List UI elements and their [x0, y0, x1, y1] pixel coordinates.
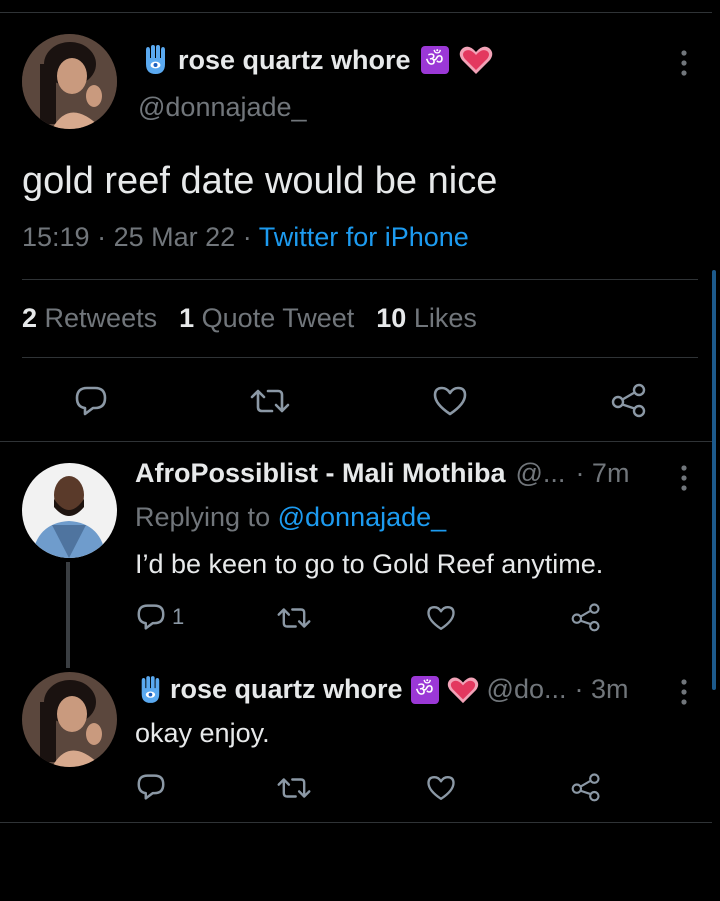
- like-icon[interactable]: [426, 774, 456, 802]
- retweets-label: Retweets: [44, 303, 158, 333]
- divider: [0, 822, 712, 823]
- retweet-icon[interactable]: [277, 776, 311, 800]
- more-icon[interactable]: [680, 679, 688, 705]
- reply-icon[interactable]: [74, 385, 108, 417]
- reply-author-line: AfroPossiblist - Mali Mothiba @... · 7m: [135, 458, 629, 489]
- retweet-icon[interactable]: [277, 606, 311, 630]
- display-name[interactable]: AfroPossiblist - Mali Mothiba: [135, 458, 506, 489]
- reply-author-line: rose quartz whore ॐ @do... · 3m: [138, 674, 629, 705]
- hamsa-icon: [138, 675, 162, 705]
- avatar[interactable]: [22, 672, 117, 767]
- replying-to-handle[interactable]: @donnajade_: [278, 502, 447, 532]
- scrollbar[interactable]: [712, 270, 716, 690]
- meta-separator: ·: [97, 222, 107, 252]
- reply-count: 1: [172, 604, 185, 629]
- avatar[interactable]: [22, 34, 117, 129]
- share-icon[interactable]: [610, 382, 648, 418]
- display-name[interactable]: rose quartz whore: [178, 45, 411, 76]
- top-divider: [0, 12, 712, 13]
- like-icon[interactable]: [426, 604, 456, 632]
- heart-emoji-icon: [459, 45, 493, 75]
- quotes-label: Quote Tweet: [201, 303, 355, 333]
- divider: [0, 441, 712, 442]
- likes-stat[interactable]: 10 Likes: [376, 303, 477, 334]
- tweet-text: gold reef date would be nice: [22, 160, 498, 202]
- tweet-time: 15:19: [22, 222, 90, 252]
- reply-text: I’d be keen to go to Gold Reef anytime.: [135, 549, 604, 579]
- hamsa-icon: [142, 44, 168, 76]
- avatar[interactable]: [22, 463, 117, 558]
- retweets-count: 2: [22, 303, 38, 333]
- reply-time: · 7m: [575, 458, 630, 488]
- more-icon[interactable]: [680, 465, 688, 491]
- more-icon[interactable]: [680, 50, 688, 76]
- tweet-meta: 15:19 · 25 Mar 22 · Twitter for iPhone: [22, 222, 469, 253]
- reply-icon[interactable]: [136, 773, 166, 801]
- likes-count: 10: [376, 303, 407, 333]
- tweet-stats: 2 Retweets 1 Quote Tweet 10 Likes: [22, 303, 477, 334]
- quotes-count: 1: [179, 303, 195, 333]
- reply-time: · 3m: [574, 674, 629, 704]
- like-icon[interactable]: [432, 385, 468, 417]
- reply-text: okay enjoy.: [135, 718, 270, 748]
- reply-button[interactable]: 1: [136, 603, 184, 631]
- retweets-stat[interactable]: 2 Retweets: [22, 303, 157, 334]
- om-icon: ॐ: [410, 675, 439, 704]
- handle[interactable]: @do...: [487, 674, 567, 705]
- reply-icon: [136, 603, 166, 631]
- share-icon[interactable]: [570, 772, 602, 802]
- display-name[interactable]: rose quartz whore: [170, 674, 403, 705]
- quotes-stat[interactable]: 1 Quote Tweet: [179, 303, 354, 334]
- replying-prefix: Replying to: [135, 502, 271, 532]
- divider: [22, 279, 698, 280]
- replying-to: Replying to @donnajade_: [135, 502, 446, 533]
- divider: [22, 357, 698, 358]
- thread-line: [66, 562, 70, 668]
- handle[interactable]: @donnajade_: [138, 92, 307, 123]
- heart-emoji-icon: [447, 676, 479, 704]
- tweet-date: 25 Mar 22: [113, 222, 236, 252]
- share-icon[interactable]: [570, 602, 602, 632]
- meta-separator: ·: [242, 222, 252, 252]
- om-icon: ॐ: [420, 46, 449, 74]
- likes-label: Likes: [413, 303, 477, 333]
- tweet-client[interactable]: Twitter for iPhone: [259, 222, 469, 252]
- retweet-icon[interactable]: [250, 387, 290, 415]
- author-line: rose quartz whore ॐ: [142, 44, 493, 76]
- handle[interactable]: @...: [516, 458, 566, 489]
